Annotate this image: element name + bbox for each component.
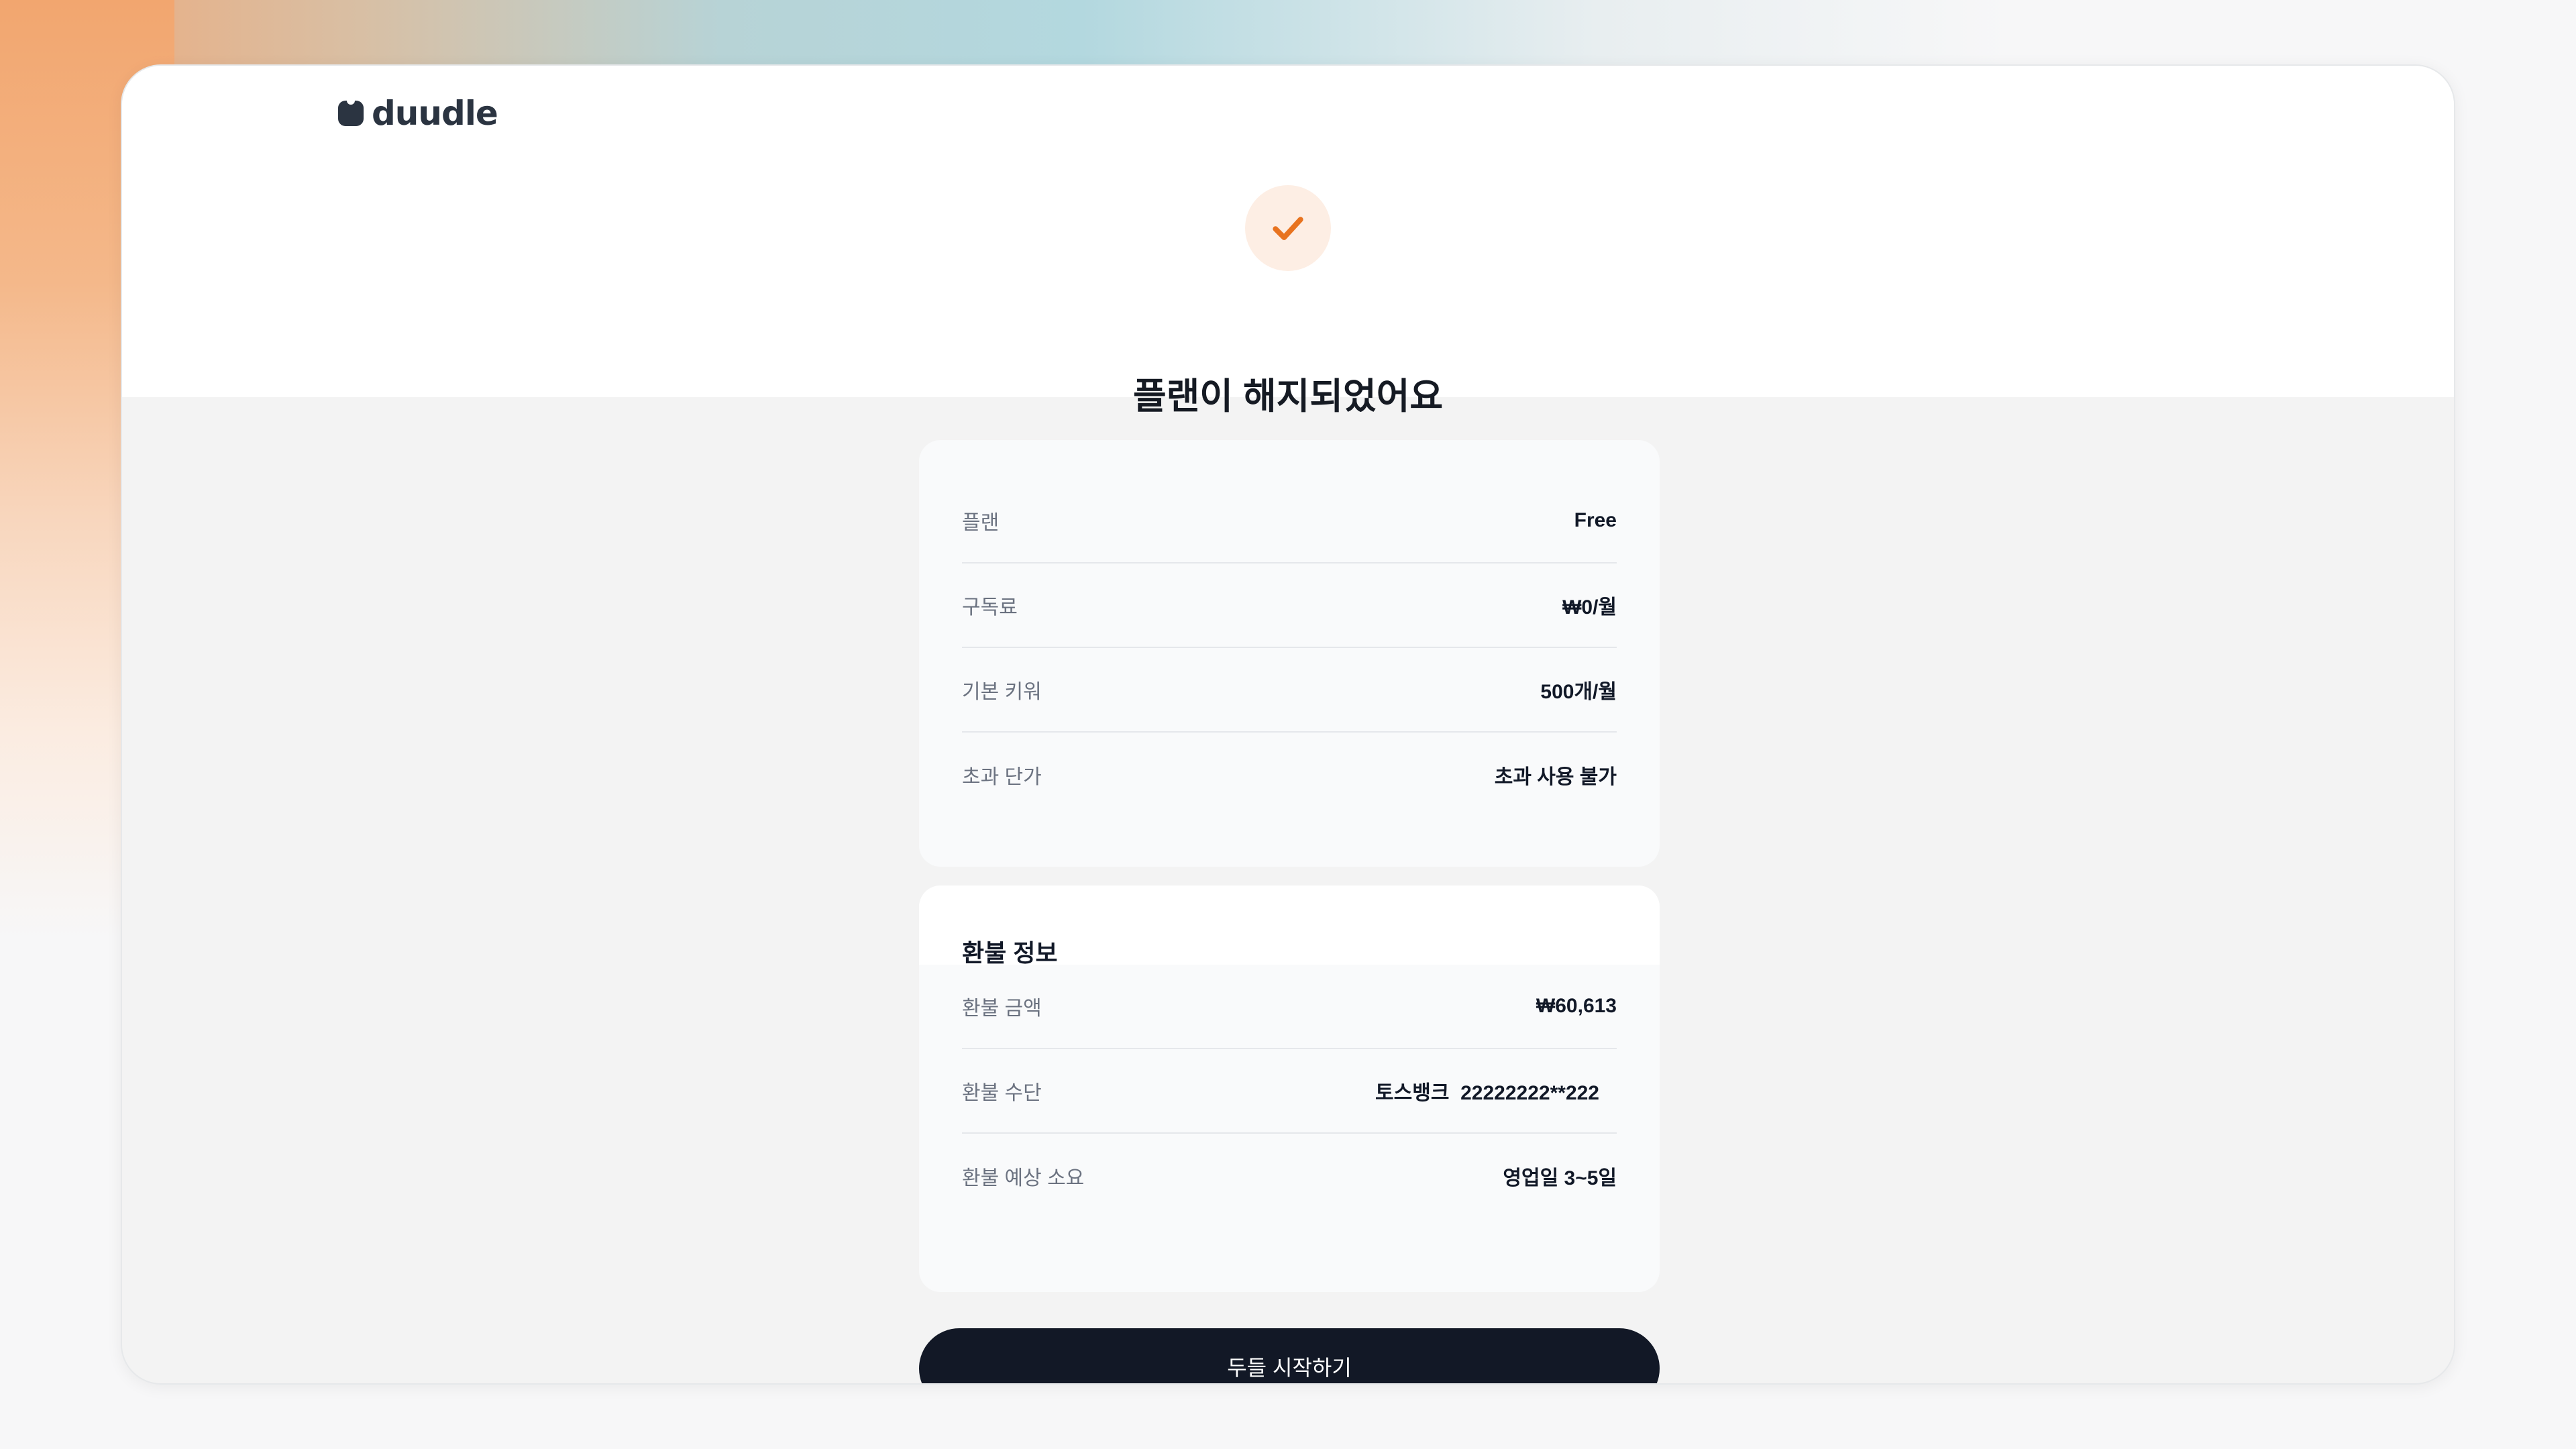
refund-title: 환불 정보 bbox=[962, 939, 1058, 967]
plan-value: Free bbox=[1574, 509, 1617, 531]
subscription-fee-value: ₩0/월 bbox=[1562, 596, 1617, 619]
subscription-fee-row: 구독료 ₩0/월 bbox=[962, 564, 1617, 648]
refund-method-value: 토스뱅크 22222222**222 bbox=[1375, 1082, 1599, 1104]
refund-amount-row: 환불 금액 ₩60,613 bbox=[962, 965, 1617, 1049]
refund-eta-row: 환불 예상 소요 영업일 3~5일 bbox=[962, 1134, 1617, 1218]
brand-name: duudle bbox=[372, 94, 498, 133]
refund-eta-value: 영업일 3~5일 bbox=[1503, 1167, 1617, 1189]
background-gradient-top bbox=[0, 0, 2576, 74]
refund-eta-label: 환불 예상 소요 bbox=[962, 1167, 1085, 1189]
base-keywords-value: 500개/월 bbox=[1540, 681, 1617, 703]
check-icon bbox=[1273, 217, 1303, 240]
success-badge bbox=[1245, 185, 1331, 271]
refund-card-header: 환불 정보 bbox=[919, 885, 1660, 967]
overage-price-value: 초과 사용 불가 bbox=[1494, 766, 1617, 788]
refund-details: 환불 금액 ₩60,613 환불 수단 토스뱅크 22222222**222 환… bbox=[919, 965, 1660, 1218]
refund-method-label: 환불 수단 bbox=[962, 1082, 1042, 1104]
refund-method-row: 환불 수단 토스뱅크 22222222**222 bbox=[962, 1049, 1617, 1134]
plan-summary-card: 플랜 Free 구독료 ₩0/월 기본 키워 500개/월 초과 단가 초과 사… bbox=[919, 440, 1660, 867]
duudle-logo-icon bbox=[338, 101, 364, 126]
page-title: 플랜이 해지되었어요 bbox=[1132, 376, 1444, 417]
refund-amount-label: 환불 금액 bbox=[962, 998, 1042, 1020]
cancellation-complete-panel: duudle 플랜이 해지되었어요 Free 플랜으로 전환되었어요. 플랜 F… bbox=[121, 64, 2455, 1385]
base-keywords-row: 기본 키워 500개/월 bbox=[962, 648, 1617, 733]
plan-label: 플랜 bbox=[962, 512, 1000, 534]
overage-price-label: 초과 단가 bbox=[962, 766, 1042, 788]
brand-logo[interactable]: duudle bbox=[338, 94, 498, 133]
refund-amount-value: ₩60,613 bbox=[1536, 995, 1617, 1017]
base-keywords-label: 기본 키워 bbox=[962, 681, 1042, 703]
plan-row: 플랜 Free bbox=[962, 479, 1617, 564]
overage-price-row: 초과 단가 초과 사용 불가 bbox=[962, 733, 1617, 817]
refund-info-card: 환불 정보 환불 금액 ₩60,613 환불 수단 토스뱅크 22222222*… bbox=[919, 885, 1660, 1292]
subscription-fee-label: 구독료 bbox=[962, 596, 1018, 619]
start-duudle-button[interactable]: 두들 시작하기 bbox=[919, 1328, 1660, 1383]
